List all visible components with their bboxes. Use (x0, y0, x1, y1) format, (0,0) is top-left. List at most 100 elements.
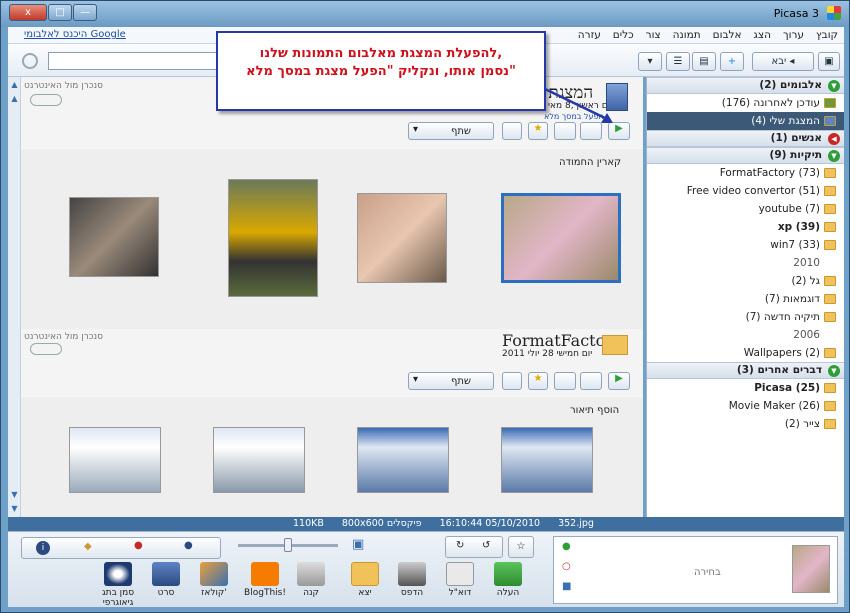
scroll-down-icon[interactable]: ▼ (9, 489, 20, 500)
clear-selection-icon[interactable]: ○ (562, 561, 571, 572)
title-bar: x □ — Picasa 3 (1, 1, 849, 27)
sidebar-item-folder[interactable]: xp (39) (647, 218, 844, 236)
scroll-up-icon[interactable]: ▲ (9, 79, 20, 90)
person-icon[interactable]: ● (184, 540, 193, 551)
menu-help[interactable]: עזרה (578, 29, 601, 41)
geotag-pin-icon[interactable]: ● (134, 540, 143, 551)
sidebar-item-my-slideshow[interactable]: המצגת שלי (4) (647, 112, 844, 130)
menu-edit[interactable]: ערוך (783, 29, 804, 41)
photo-thumbnail[interactable] (213, 427, 305, 493)
thumbnail-view-button[interactable]: ▤ (692, 52, 716, 71)
photo-thumbnail[interactable] (69, 197, 159, 277)
view-dropdown-button[interactable]: ▾ (638, 52, 662, 71)
geotag-icon[interactable] (104, 562, 132, 586)
movie-icon[interactable] (580, 372, 602, 390)
minimize-button[interactable]: — (73, 4, 97, 21)
section-folders[interactable]: תיקיות (9) ▼ (647, 147, 844, 164)
export-folder-icon[interactable] (351, 562, 379, 586)
sync-toggle[interactable] (30, 94, 62, 106)
share-button[interactable]: ▾ שתף (408, 122, 494, 140)
signin-link[interactable]: היכנס לאלבומי Google (24, 29, 126, 40)
photo-thumbnail[interactable] (501, 427, 593, 493)
add-to-album-icon[interactable]: ■ (562, 581, 571, 592)
collapse-icon[interactable]: ▼ (828, 150, 840, 162)
blogger-icon[interactable] (251, 562, 279, 586)
folder-icon (824, 168, 836, 178)
sidebar-item-folder[interactable]: Movie Maker (26) (647, 397, 844, 415)
photo-thumbnail[interactable] (357, 193, 447, 283)
sidebar-item-folder[interactable]: youtube (7) (647, 200, 844, 218)
search-input[interactable] (48, 52, 218, 70)
sync-toggle[interactable] (30, 343, 62, 355)
tag-icon[interactable]: ◆ (84, 541, 92, 552)
section-people[interactable]: אנשים (1) ◀ (647, 130, 844, 147)
menu-picture[interactable]: תמונה (673, 29, 701, 41)
email-icon[interactable] (446, 562, 474, 586)
shop-icon[interactable] (297, 562, 325, 586)
star-icon[interactable]: ☆ (508, 536, 534, 558)
scroll-up-icon[interactable]: ▲ (9, 93, 20, 104)
collage-icon[interactable] (200, 562, 228, 586)
hold-pin-icon[interactable]: ● (562, 541, 571, 552)
folder-icon (824, 276, 836, 286)
folder-icon (602, 335, 628, 355)
sidebar-item-folder[interactable]: Wallpapers (2) (647, 344, 844, 362)
sidebar-item-recent[interactable]: עודכן לאחרונה (176) (647, 94, 844, 112)
movie-icon[interactable] (152, 562, 180, 586)
menu-folder[interactable]: אלבום (713, 29, 742, 41)
sidebar-item-folder[interactable]: גל (2) (647, 272, 844, 290)
collapse-icon[interactable]: ▼ (828, 80, 840, 92)
folder-icon (824, 383, 836, 393)
selected-photo-thumbnail[interactable] (792, 545, 830, 593)
star-icon[interactable]: ★ (528, 372, 548, 390)
sidebar-item-folder[interactable]: תיקיה חדשה (7) (647, 308, 844, 326)
folder-icon (824, 204, 836, 214)
vertical-scrollbar[interactable]: ▲ ▲ ▼ ▼ (8, 77, 21, 517)
zoom-image-icon[interactable]: ▣ (352, 537, 364, 552)
add-album-button[interactable]: + (720, 52, 744, 71)
sidebar-item-folder[interactable]: FormatFactory (73) (647, 164, 844, 182)
zoom-slider-handle[interactable] (284, 538, 292, 552)
folder-icon (824, 294, 836, 304)
sidebar-year-label: 2010 (793, 257, 820, 269)
close-button[interactable]: x (9, 4, 47, 21)
save-icon[interactable] (502, 372, 522, 390)
rotate-left-icon[interactable]: ↺ (482, 540, 490, 551)
selection-label: בחירה (694, 567, 721, 578)
section-other[interactable]: דברים אחרים (3) ▼ (647, 362, 844, 379)
menu-file[interactable]: קובץ (816, 29, 838, 41)
upload-arrow-icon[interactable] (494, 562, 522, 586)
photo-thumbnail[interactable] (228, 179, 318, 297)
import-button[interactable]: יבא ◂ (752, 52, 814, 71)
sync-label: סנכרן מול האינטרנט (24, 332, 104, 342)
status-datetime: 16:10:44 05/10/2010 (439, 518, 541, 529)
menu-view[interactable]: הצג (754, 29, 771, 41)
photo-thumbnail[interactable] (357, 427, 449, 493)
save-icon[interactable] (502, 122, 522, 140)
status-dimensions: 800x600 פיקסלים (341, 518, 422, 529)
email-label: דוא"ל (448, 588, 472, 598)
printer-icon[interactable] (398, 562, 426, 586)
sidebar-item-folder[interactable]: דוגמאות (7) (647, 290, 844, 308)
selected-photo-thumbnail[interactable] (501, 193, 621, 283)
sidebar-item-folder[interactable]: Free video convertor (51) (647, 182, 844, 200)
photo-thumbnail[interactable] (69, 427, 161, 493)
play-slideshow-button[interactable]: ▶ (608, 372, 630, 390)
section-albums[interactable]: אלבומים (2) ▼ (647, 77, 844, 94)
collage-icon[interactable] (554, 372, 576, 390)
camera-icon[interactable]: ▣ (818, 52, 840, 71)
menu-create[interactable]: צור (646, 29, 661, 41)
expand-icon[interactable]: ◀ (828, 133, 840, 145)
sidebar-item-folder[interactable]: צייר (2) (647, 415, 844, 433)
info-icon[interactable]: i (36, 541, 50, 555)
maximize-button[interactable]: □ (48, 4, 72, 21)
sidebar-item-folder[interactable]: Picasa (25) (647, 379, 844, 397)
collapse-icon[interactable]: ▼ (828, 365, 840, 377)
status-filename: 352.jpg (558, 518, 594, 529)
sidebar-item-folder[interactable]: win7 (33) (647, 236, 844, 254)
scroll-down-icon[interactable]: ▼ (9, 503, 20, 514)
menu-tools[interactable]: כלים (613, 29, 634, 41)
rotate-right-icon[interactable]: ↻ (456, 540, 464, 551)
share-button[interactable]: ▾ שתף (408, 372, 494, 390)
list-view-button[interactable]: ☰ (666, 52, 690, 71)
